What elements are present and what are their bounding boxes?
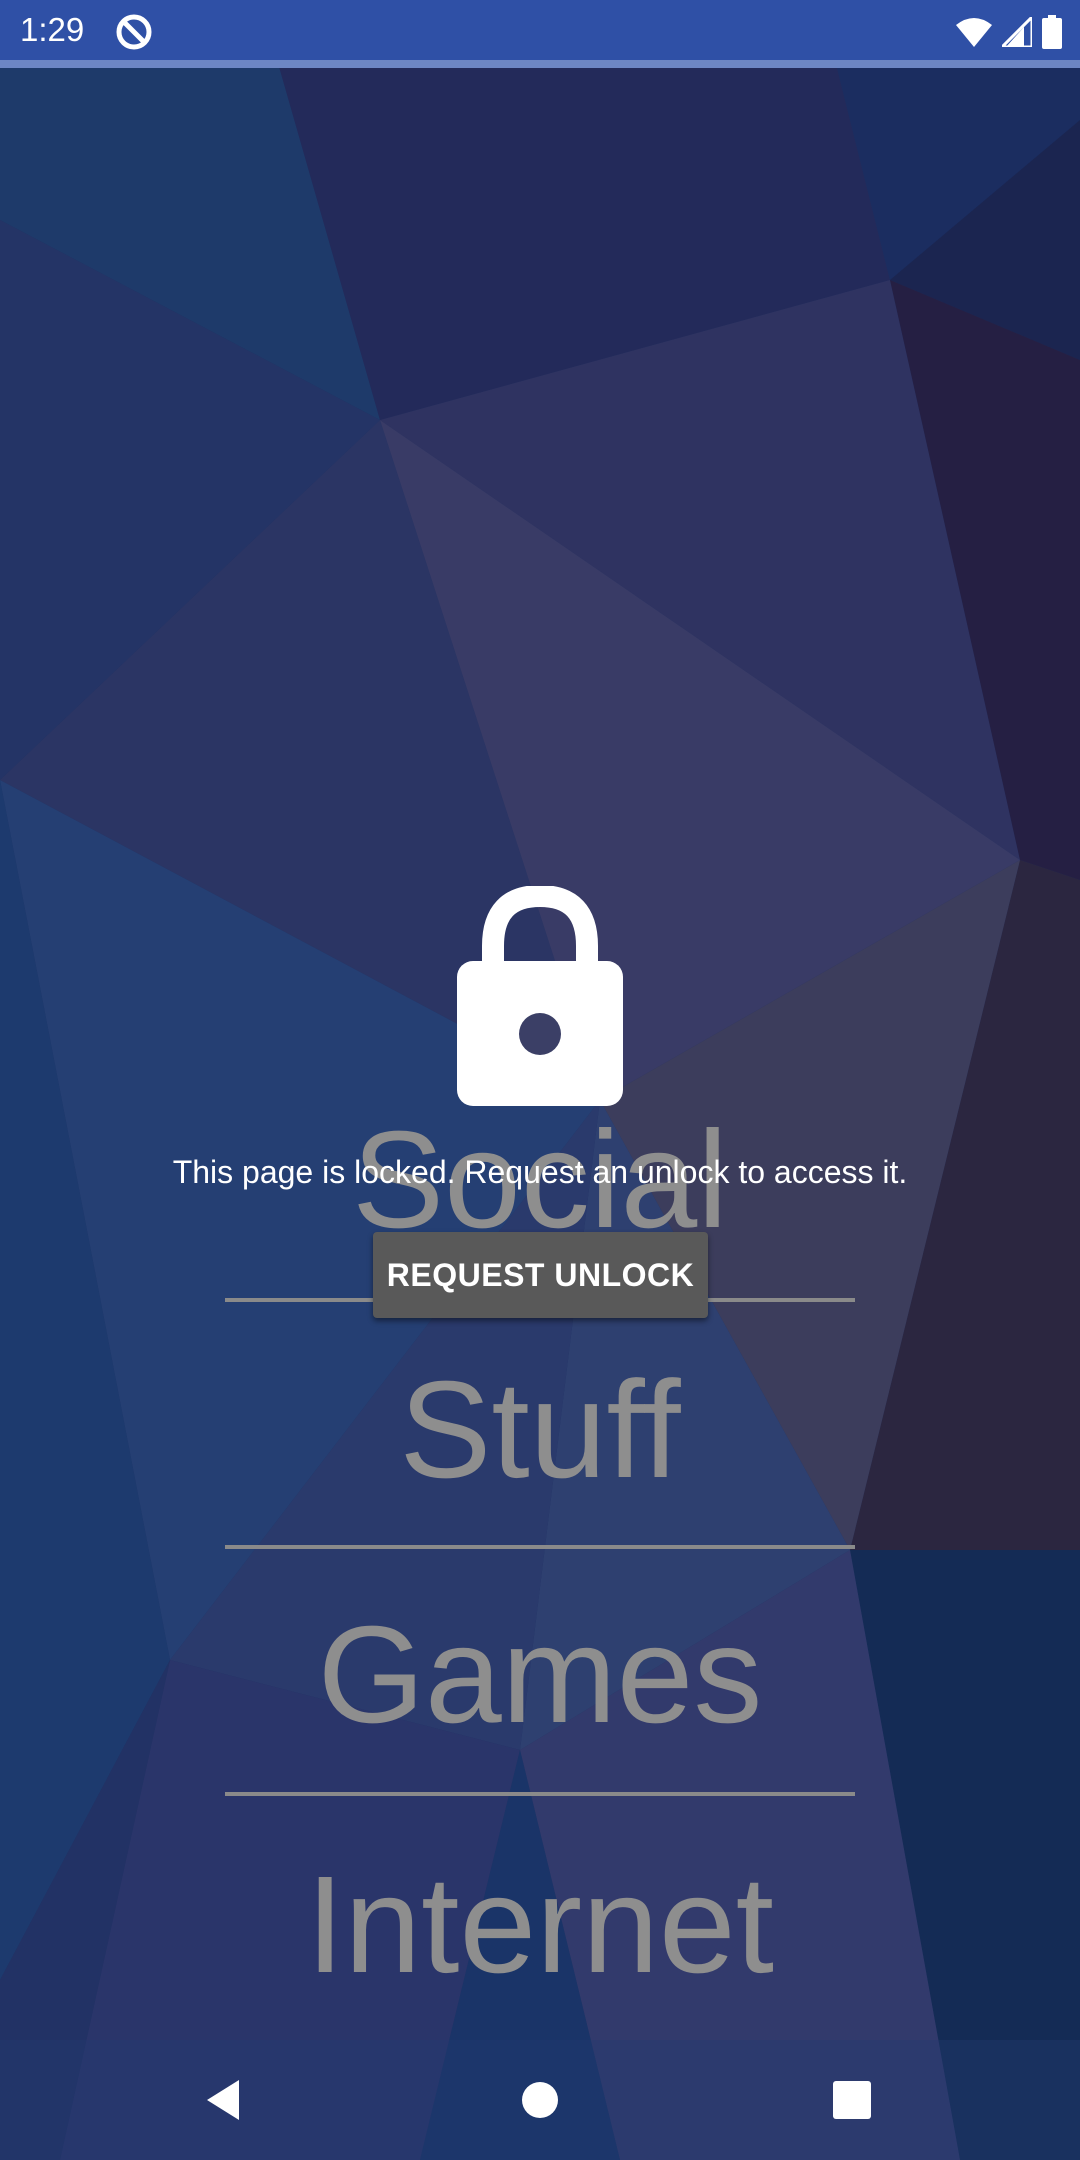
back-icon[interactable] xyxy=(195,2070,255,2130)
signal-icon xyxy=(1002,17,1032,47)
menu-item-games[interactable]: Games xyxy=(0,1600,1080,1750)
menu-item-stuff[interactable]: Stuff xyxy=(0,1355,1080,1505)
wifi-icon xyxy=(956,18,992,47)
menu-divider xyxy=(225,1545,855,1549)
lock-icon xyxy=(457,886,623,1106)
status-bar-divider xyxy=(0,60,1080,68)
request-unlock-button[interactable]: REQUEST UNLOCK xyxy=(373,1232,708,1318)
lock-message: This page is locked. Request an unlock t… xyxy=(172,1154,908,1190)
status-icons xyxy=(956,12,1062,52)
status-time: 1:29 xyxy=(20,11,85,48)
system-nav-bar xyxy=(0,2040,1080,2160)
home-icon[interactable] xyxy=(510,2070,570,2130)
data-saver-icon xyxy=(116,14,152,50)
status-bar: 1:29 xyxy=(0,0,1080,68)
menu-divider xyxy=(225,1792,855,1796)
recents-icon[interactable] xyxy=(822,2070,882,2130)
battery-icon xyxy=(1042,15,1062,49)
menu-item-internet[interactable]: Internet xyxy=(0,1850,1080,2000)
